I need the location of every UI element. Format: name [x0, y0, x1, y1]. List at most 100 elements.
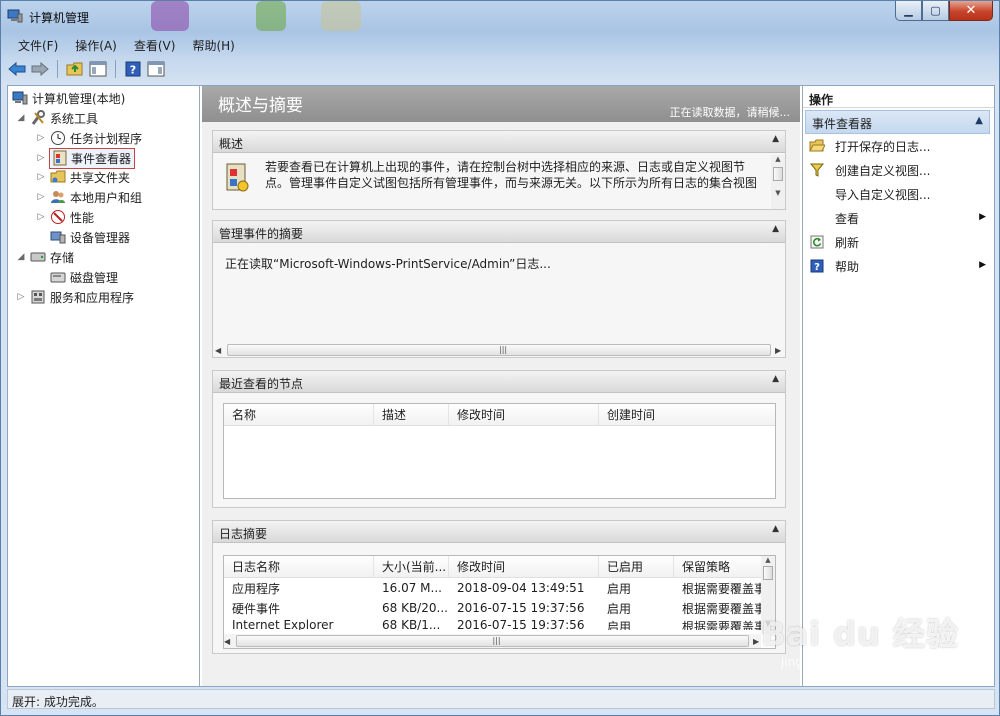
- column-header-modified[interactable]: 修改时间: [449, 556, 599, 577]
- column-header-modified[interactable]: 修改时间: [449, 404, 599, 425]
- scroll-left-icon[interactable]: ◀: [215, 346, 223, 355]
- action-refresh[interactable]: 刷新: [803, 230, 994, 254]
- close-button[interactable]: ✕: [949, 1, 993, 21]
- collapse-icon[interactable]: ▲: [772, 224, 779, 234]
- scroll-right-icon[interactable]: ▶: [753, 637, 761, 646]
- refresh-icon: [810, 235, 824, 249]
- tree-item-local-users-groups[interactable]: ▷ 本地用户和组: [36, 188, 142, 206]
- tree-label: 任务计划程序: [70, 131, 143, 146]
- scroll-up-icon[interactable]: ▲: [771, 155, 785, 163]
- tree-item-event-viewer[interactable]: ▷ 事件查看器: [36, 147, 136, 169]
- collapsed-arrow-icon[interactable]: ▷: [36, 153, 46, 163]
- section-title: 日志摘要: [219, 527, 268, 541]
- background-decoration: [151, 1, 189, 31]
- column-header-enabled[interactable]: 已启用: [599, 556, 674, 577]
- overview-vertical-scrollbar[interactable]: ▲ ▼: [771, 155, 785, 209]
- tree-item-services-applications[interactable]: ▷ 服务和应用程序: [16, 288, 134, 306]
- action-help[interactable]: ? 帮助 ▶: [803, 254, 994, 278]
- column-header-created[interactable]: 创建时间: [599, 404, 774, 425]
- section-header[interactable]: 管理事件的摘要 ▲: [213, 221, 785, 243]
- collapsed-arrow-icon[interactable]: ▷: [16, 292, 26, 302]
- tree-item-performance[interactable]: ▷ 性能: [36, 208, 94, 226]
- scroll-down-icon[interactable]: ▼: [771, 189, 785, 197]
- scroll-thumb[interactable]: [763, 566, 773, 580]
- action-label: 导入自定义视图...: [835, 187, 931, 202]
- column-header-name[interactable]: 名称: [224, 404, 374, 425]
- overview-pane: 概述与摘要 正在读取数据，请稍候... 概述 ▲ 若要查看已在计算机上出现的事件…: [202, 86, 800, 686]
- tree-item-storage[interactable]: ◢ 存储: [16, 248, 74, 266]
- cell-enabled: 启用: [607, 620, 632, 630]
- title-bar[interactable]: 计算机管理 ▁ ▢ ✕: [1, 1, 999, 31]
- help-toolbar-button[interactable]: ?: [123, 59, 143, 79]
- loading-status: 正在读取数据，请稍候...: [669, 106, 791, 119]
- tree-label: 存储: [50, 250, 75, 265]
- show-hide-tree-button[interactable]: [88, 59, 108, 79]
- cell-retention: 根据需要覆盖事: [682, 601, 762, 616]
- action-group-event-viewer[interactable]: 事件查看器 ▲: [805, 110, 990, 134]
- device-manager-icon: [50, 231, 66, 244]
- cell-retention: 根据需要覆盖事: [682, 581, 762, 596]
- action-view[interactable]: 查看 ▶: [803, 206, 994, 230]
- horizontal-scrollbar[interactable]: ◀ ||| ▶: [224, 634, 761, 648]
- minimize-button[interactable]: ▁: [895, 1, 922, 21]
- section-header[interactable]: 日志摘要 ▲: [213, 521, 785, 543]
- collapse-icon[interactable]: ▲: [772, 374, 779, 384]
- tree-item-device-manager[interactable]: 设备管理器: [50, 228, 130, 246]
- scroll-grip-icon: |||: [492, 636, 501, 645]
- back-button[interactable]: [7, 59, 27, 79]
- column-header-retention[interactable]: 保留策略: [674, 556, 762, 577]
- table-row[interactable]: 硬件事件 68 KB/20... 2016-07-15 19:37:56 启用 …: [224, 598, 775, 618]
- scroll-up-icon[interactable]: ▲: [761, 556, 775, 564]
- toolbar-separator: [115, 60, 116, 78]
- show-hide-tree-icon: [89, 61, 107, 77]
- console-tree: 计算机管理(本地) ◢ 系统工具 ▷ 任务计划程序 ▷ 事件查看器 ▷ 共享文件…: [8, 86, 200, 686]
- horizontal-scrollbar[interactable]: ◀ ||| ▶: [215, 343, 783, 357]
- action-open-saved-log[interactable]: 打开保存的日志...: [803, 134, 994, 158]
- menu-action[interactable]: 操作(A): [66, 33, 125, 55]
- collapse-icon[interactable]: ▲: [975, 115, 983, 126]
- section-header[interactable]: 概述 ▲: [213, 131, 785, 153]
- menu-file[interactable]: 文件(F): [9, 33, 66, 55]
- maximize-button[interactable]: ▢: [922, 1, 949, 21]
- column-header-size[interactable]: 大小(当前...: [374, 556, 449, 577]
- collapse-icon[interactable]: ▲: [772, 524, 779, 534]
- tree-label: 服务和应用程序: [50, 290, 135, 305]
- tree-item-task-scheduler[interactable]: ▷ 任务计划程序: [36, 129, 142, 147]
- menu-help[interactable]: 帮助(H): [183, 33, 242, 55]
- recent-nodes-list[interactable]: 名称 描述 修改时间 创建时间: [223, 403, 776, 499]
- action-create-custom-view[interactable]: 创建自定义视图...: [803, 158, 994, 182]
- collapsed-arrow-icon[interactable]: ▷: [36, 212, 46, 222]
- section-header[interactable]: 最近查看的节点 ▲: [213, 371, 785, 393]
- show-hide-action-pane-button[interactable]: [146, 59, 166, 79]
- tree-label: 性能: [70, 210, 95, 225]
- scroll-thumb[interactable]: [773, 167, 783, 181]
- column-header-description[interactable]: 描述: [374, 404, 449, 425]
- up-level-button[interactable]: [65, 59, 85, 79]
- column-header-log-name[interactable]: 日志名称: [224, 556, 374, 577]
- table-row[interactable]: Internet Explorer 68 KB/1... 2016-07-15 …: [224, 618, 775, 630]
- collapsed-arrow-icon[interactable]: ▷: [36, 172, 46, 182]
- action-import-custom-view[interactable]: 导入自定义视图...: [803, 182, 994, 206]
- collapsed-arrow-icon[interactable]: ▷: [36, 192, 46, 202]
- services-icon: [31, 290, 45, 304]
- scroll-thumb[interactable]: |||: [227, 344, 771, 356]
- table-row[interactable]: 应用程序 16.07 M... 2018-09-04 13:49:51 启用 根…: [224, 578, 775, 598]
- cell-modified: 2018-09-04 13:49:51: [457, 581, 585, 595]
- expanded-arrow-icon[interactable]: ◢: [16, 252, 26, 262]
- tree-item-system-tools[interactable]: ◢ 系统工具: [16, 109, 98, 127]
- cell-log-name: Internet Explorer: [232, 618, 334, 630]
- menu-view[interactable]: 查看(V): [125, 33, 184, 55]
- forward-button[interactable]: [30, 59, 50, 79]
- tree-item-shared-folders[interactable]: ▷ 共享文件夹: [36, 168, 130, 186]
- expanded-arrow-icon[interactable]: ◢: [16, 113, 26, 123]
- tree-item-disk-management[interactable]: 磁盘管理: [50, 268, 118, 286]
- list-header: 名称 描述 修改时间 创建时间: [224, 404, 775, 426]
- scroll-left-icon[interactable]: ◀: [224, 637, 232, 646]
- tree-item-computer-management[interactable]: 计算机管理(本地): [12, 89, 125, 107]
- collapsed-arrow-icon[interactable]: ▷: [36, 133, 46, 143]
- scroll-right-icon[interactable]: ▶: [775, 346, 783, 355]
- scroll-thumb[interactable]: |||: [236, 635, 749, 647]
- cell-log-name: 应用程序: [232, 581, 281, 596]
- log-summary-table[interactable]: 日志名称 大小(当前... 修改时间 已启用 保留策略 应用程序 16.07 M…: [223, 555, 776, 649]
- collapse-icon[interactable]: ▲: [772, 134, 779, 144]
